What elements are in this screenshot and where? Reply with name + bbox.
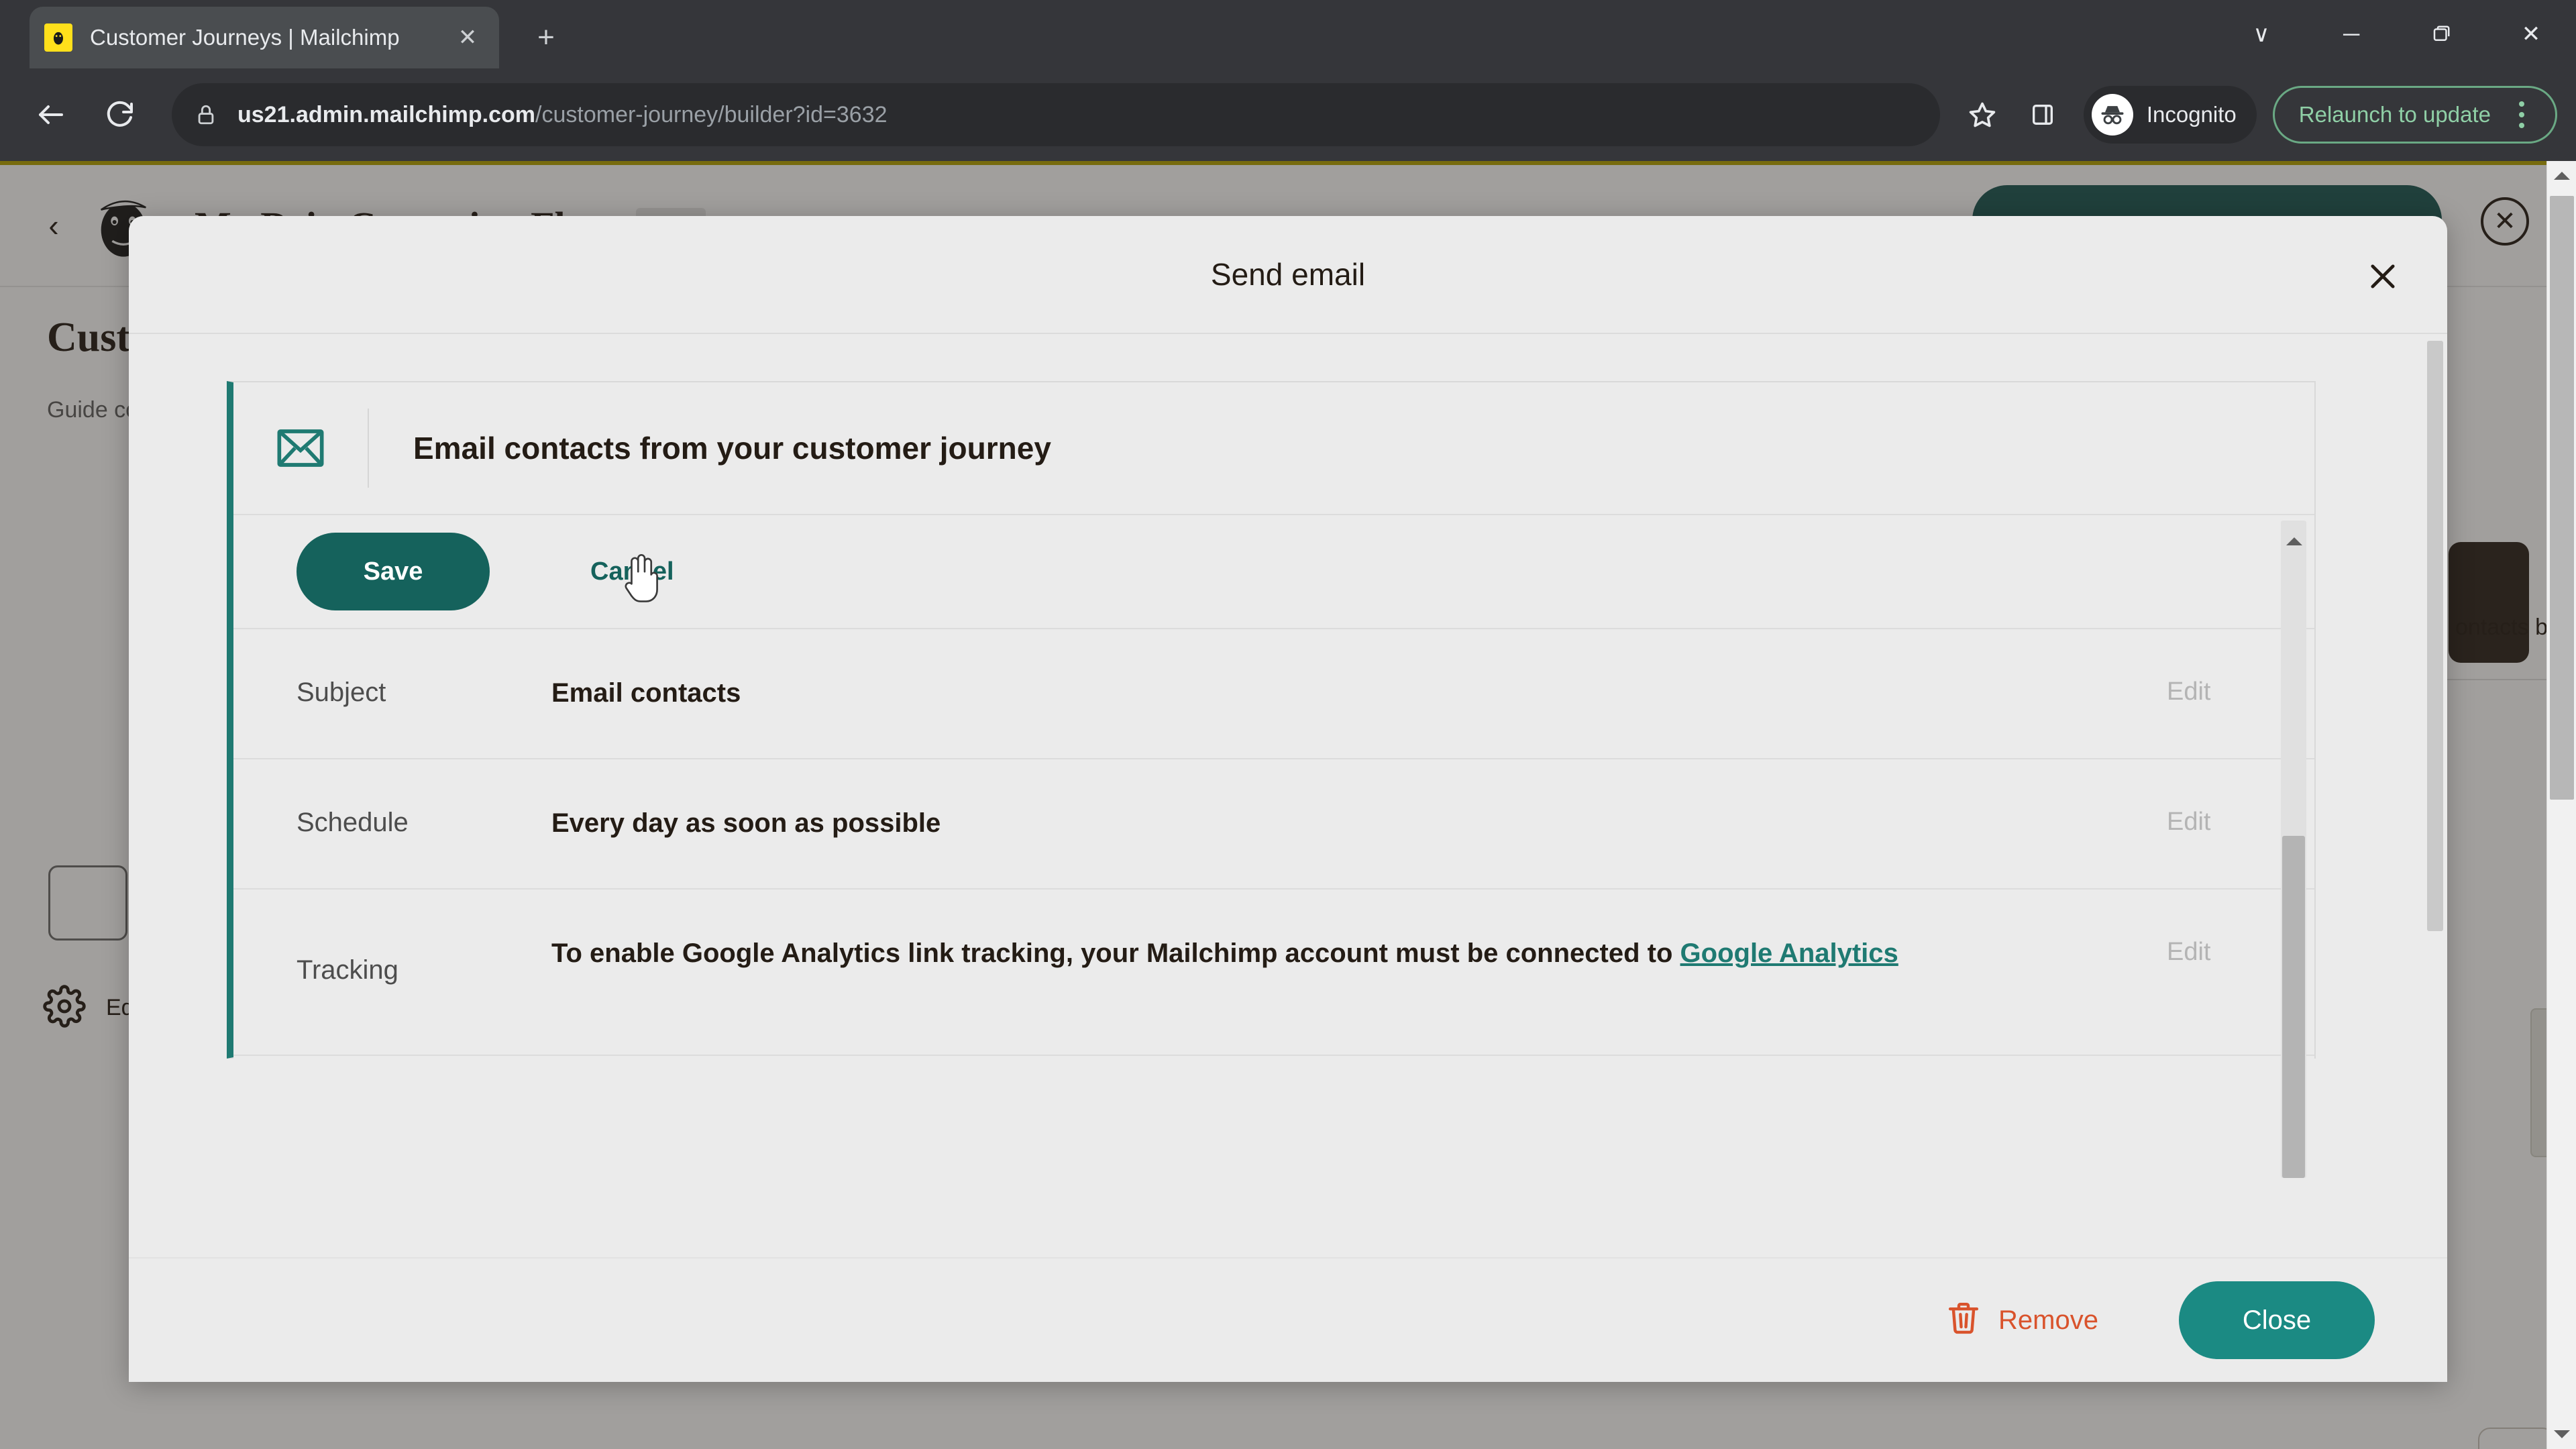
modal-scrollbar[interactable] [2423,334,2447,1293]
kebab-menu-icon[interactable] [2498,91,2546,139]
field-row-schedule: Schedule Every day as soon as possible E… [233,759,2314,890]
card-inner-scrollbar[interactable] [2281,521,2306,1178]
back-arrow-icon[interactable] [19,83,83,147]
card-actions-row: Save Cancel [233,515,2314,629]
window-controls: ∨ ─ ✕ [2216,0,2576,68]
window-close-button[interactable]: ✕ [2486,0,2576,68]
tracking-text: To enable Google Analytics link tracking… [551,938,1680,968]
modal-body: Email contacts from your customer journe… [129,334,2447,1293]
url-path: /customer-journey/builder?id=3632 [535,101,888,127]
envelope-icon [274,421,327,475]
inner-scrollbar-thumb[interactable] [2282,836,2305,1178]
window-minimize-button[interactable]: ─ [2306,0,2396,68]
tab-strip: Customer Journeys | Mailchimp ✕ + ∨ ─ ✕ [0,0,2576,68]
field-label: Subject [297,678,386,707]
scrollbar-up-arrow[interactable] [2547,161,2576,191]
google-analytics-link[interactable]: Google Analytics [1680,938,1898,968]
trash-icon [1945,1299,1982,1342]
scrollbar-down-arrow[interactable] [2547,1419,2576,1449]
close-button[interactable]: Close [2179,1281,2375,1359]
field-value: To enable Google Analytics link tracking… [551,890,2167,973]
browser-toolbar: us21.admin.mailchimp.com/customer-journe… [0,68,2576,161]
relaunch-to-update-button[interactable]: Relaunch to update [2272,86,2557,144]
close-icon[interactable] [2356,250,2410,303]
cancel-button[interactable]: Cancel [590,557,674,586]
modal-scrollbar-thumb[interactable] [2427,341,2443,931]
url-domain: us21.admin.mailchimp.com [237,101,536,127]
incognito-profile-button[interactable]: Incognito [2083,86,2257,144]
window-chevron-down-icon[interactable]: ∨ [2216,0,2306,68]
field-value: Email contacts [551,678,741,708]
side-panel-icon[interactable] [2012,85,2073,145]
mailchimp-favicon-icon [44,23,72,52]
new-tab-button[interactable]: + [523,15,569,60]
window-maximize-button[interactable] [2396,0,2486,68]
browser-chrome: Customer Journeys | Mailchimp ✕ + ∨ ─ ✕ [0,0,2576,161]
lock-icon [195,103,217,126]
card-divider [368,409,369,488]
field-row-tracking: Tracking To enable Google Analytics link… [233,890,2314,1056]
remove-button[interactable]: Remove [1945,1299,2098,1342]
address-bar[interactable]: us21.admin.mailchimp.com/customer-journe… [172,83,1940,146]
tab-title: Customer Journeys | Mailchimp [90,25,400,50]
field-label: Schedule [297,808,409,837]
email-config-card: Email contacts from your customer journe… [227,381,2316,1183]
incognito-icon [2091,94,2133,136]
card-header: Email contacts from your customer journe… [233,382,2314,515]
relaunch-label: Relaunch to update [2298,102,2491,127]
card-scroll-region: Save Cancel Subject Email contacts Edit … [233,515,2314,1186]
inner-scrollbar-up-arrow[interactable] [2286,526,2302,545]
page-scrollbar[interactable] [2546,161,2576,1449]
browser-tab[interactable]: Customer Journeys | Mailchimp ✕ [30,7,499,68]
bookmark-star-icon[interactable] [1952,85,2012,145]
remove-label: Remove [1998,1305,2098,1335]
card-heading: Email contacts from your customer journe… [413,431,1051,466]
incognito-label: Incognito [2146,102,2237,127]
save-button[interactable]: Save [297,533,490,610]
field-label: Tracking [297,955,398,985]
reload-arrow-icon[interactable] [87,83,152,147]
modal-footer: Remove Close [129,1257,2447,1382]
scrollbar-thumb[interactable] [2550,196,2574,800]
modal-title: Send email [1210,257,1366,292]
modal-header: Send email [129,216,2447,334]
tab-close-icon[interactable]: ✕ [451,21,484,54]
address-bar-url: us21.admin.mailchimp.com/customer-journe… [237,102,888,128]
field-row-subject: Subject Email contacts Edit [233,629,2314,759]
card-empty-row [233,1056,2314,1183]
field-value: Every day as soon as possible [551,808,941,838]
send-email-modal: Send email Email contacts from your cust… [129,216,2447,1382]
